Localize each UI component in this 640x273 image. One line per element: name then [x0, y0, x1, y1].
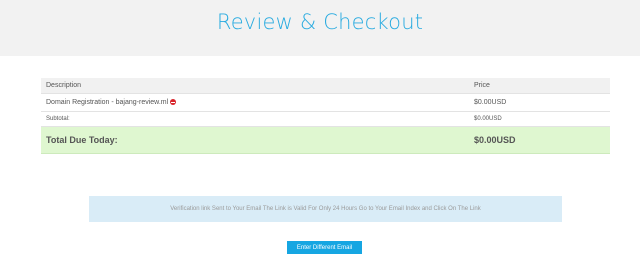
page-header: Review & Checkout	[0, 0, 640, 56]
item-price: $0.00USD	[469, 93, 610, 112]
item-description: Domain Registration - bajang-review.ml	[46, 99, 169, 106]
subtotal-value: $0.00USD	[469, 111, 610, 127]
total-value: $0.00USD	[469, 126, 610, 154]
enter-different-email-button[interactable]: Enter Different Email	[287, 241, 362, 254]
table-row: Domain Registration - bajang-review.ml $…	[41, 93, 610, 112]
verification-alert: Verification link Sent to Your Email The…	[89, 196, 562, 222]
total-row: Total Due Today: $0.00USD	[41, 126, 610, 154]
column-header-description: Description	[41, 78, 469, 94]
subtotal-row: Subtotal: $0.00USD	[41, 111, 610, 127]
item-description-cell: Domain Registration - bajang-review.ml	[41, 93, 469, 112]
subtotal-label: Subtotal:	[41, 111, 469, 127]
column-header-price: Price	[469, 78, 610, 94]
page-title: Review & Checkout	[216, 10, 424, 34]
total-label: Total Due Today:	[41, 126, 469, 154]
verification-alert-text: Verification link Sent to Your Email The…	[170, 206, 481, 212]
order-summary-table: Description Price Domain Registration - …	[41, 78, 610, 154]
remove-circle-icon[interactable]	[170, 99, 177, 105]
table-header-row: Description Price	[41, 78, 610, 94]
